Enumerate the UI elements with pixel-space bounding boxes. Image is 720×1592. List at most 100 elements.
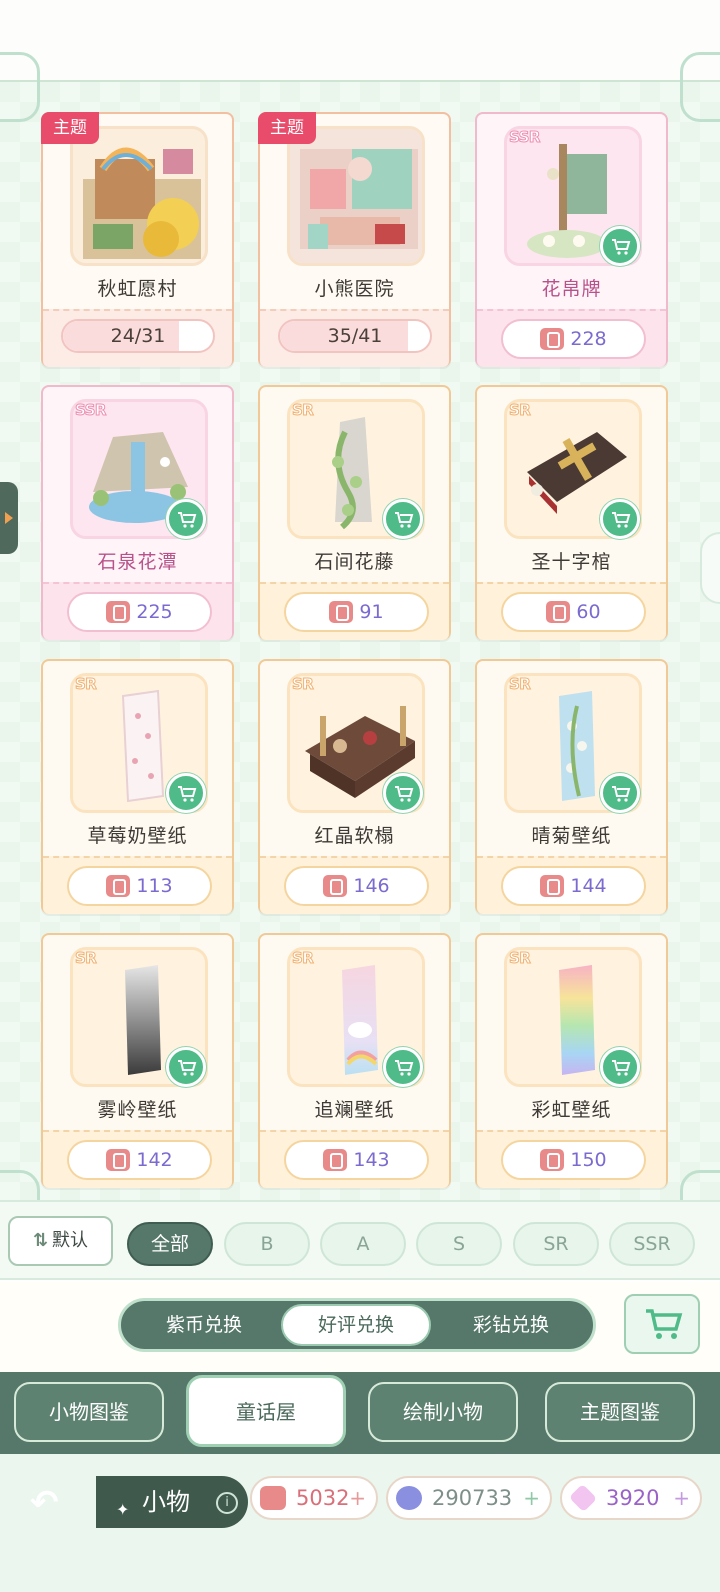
collection-progress-text: 24/31 — [110, 325, 166, 347]
like-count: 144 — [570, 875, 607, 897]
add-to-cart-button[interactable] — [383, 499, 423, 539]
filter-chip-a[interactable]: A — [320, 1222, 406, 1266]
item-card[interactable]: SSR 花帛牌 228 — [475, 112, 668, 367]
item-name: 石泉花潭 — [97, 551, 178, 573]
add-to-cart-button[interactable] — [600, 499, 640, 539]
item-card[interactable]: SR 雾岭壁纸 142 — [41, 933, 234, 1188]
plus-icon[interactable]: + — [523, 1478, 540, 1518]
add-to-cart-button[interactable] — [600, 1047, 640, 1087]
balance-purple-coin[interactable]: 290733 + — [386, 1476, 552, 1520]
info-icon[interactable]: i — [216, 1492, 238, 1514]
cart-icon — [612, 239, 631, 255]
plus-icon[interactable]: + — [673, 1478, 690, 1518]
like-count-pill: 150 — [501, 1140, 646, 1180]
balance-diamond[interactable]: 3920 + — [560, 1476, 702, 1520]
thumbs-up-icon — [260, 1486, 286, 1510]
filter-chip-b[interactable]: B — [224, 1222, 310, 1266]
balance-value: 5032 — [296, 1486, 350, 1510]
theme-tag: 主题 — [258, 112, 316, 144]
thumbs-up-icon — [540, 1149, 565, 1171]
item-card[interactable]: SSR 石泉花潭 225 — [41, 385, 234, 640]
item-card[interactable]: SR 彩虹壁纸 150 — [475, 933, 668, 1188]
frame-corner-ornament — [680, 52, 720, 122]
section-title: ✦ 小物 i — [96, 1476, 248, 1528]
rarity-badge: SR — [508, 949, 531, 968]
tab-diamond-exchange[interactable]: 彩钻兑换 — [436, 1304, 586, 1346]
side-drawer-toggle-left[interactable] — [0, 482, 18, 554]
filter-chip-ssr[interactable]: SSR — [609, 1222, 695, 1266]
filter-chip-all[interactable]: 全部 — [127, 1222, 213, 1266]
cart-icon — [612, 1060, 631, 1076]
sort-label: 默认 — [52, 1230, 89, 1251]
tab-purple-coin-exchange[interactable]: 紫币兑换 — [129, 1304, 279, 1346]
add-to-cart-button[interactable] — [383, 773, 423, 813]
rarity-badge: SSR — [509, 128, 541, 147]
thumbs-up-icon — [540, 875, 565, 897]
section-title-text: 小物 — [142, 1488, 190, 1516]
rarity-badge: SSR — [75, 401, 107, 420]
shopping-cart-button[interactable] — [624, 1294, 700, 1354]
sparkle-icon: ✦ — [116, 1500, 130, 1519]
thumbs-up-icon — [323, 1149, 348, 1171]
item-card[interactable]: SR 红晶软榻 146 — [258, 659, 451, 914]
tab-theme-collection[interactable]: 主题图鉴 — [545, 1382, 695, 1442]
item-name: 雾岭壁纸 — [97, 1099, 178, 1121]
tab-draw-items[interactable]: 绘制小物 — [368, 1382, 518, 1442]
balance-thumbs-up[interactable]: 5032 + — [250, 1476, 378, 1520]
thumbs-up-icon — [329, 601, 354, 623]
cart-icon — [178, 1060, 197, 1076]
like-count: 113 — [136, 875, 173, 897]
item-card[interactable]: SR 石间花藤 91 — [258, 385, 451, 640]
tab-item-collection[interactable]: 小物图鉴 — [14, 1382, 164, 1442]
cart-icon — [395, 786, 414, 802]
like-count-pill: 60 — [501, 592, 646, 632]
rarity-badge: SR — [74, 949, 97, 968]
tab-review-exchange[interactable]: 好评兑换 — [281, 1304, 431, 1346]
add-to-cart-button[interactable] — [166, 1047, 206, 1087]
item-name: 追斓壁纸 — [314, 1099, 395, 1121]
rarity-badge: SR — [291, 675, 314, 694]
filter-chip-s[interactable]: S — [416, 1222, 502, 1266]
sort-icon: ⇅ — [32, 1230, 49, 1251]
like-count: 146 — [353, 875, 390, 897]
collection-progress-text: 35/41 — [327, 325, 383, 347]
add-to-cart-button[interactable] — [166, 773, 206, 813]
collection-progress: 35/41 — [278, 319, 432, 353]
exchange-type-tabs: 紫币兑换 好评兑换 彩钻兑换 — [0, 1282, 720, 1372]
side-drawer-toggle-right[interactable] — [700, 532, 720, 604]
item-grid-panel[interactable]: 主题 秋虹愿村 24/31 主题 小熊医院 35/41 SSR 花帛牌 228 … — [0, 52, 720, 1240]
item-name: 圣十字棺 — [531, 551, 612, 573]
add-to-cart-button[interactable] — [166, 499, 206, 539]
bottom-status-bar: ↶ ✦ 小物 i 5032 + 290733 + 3920 + — [0, 1454, 720, 1592]
filter-chip-sr[interactable]: SR — [513, 1222, 599, 1266]
sort-button[interactable]: ⇅ 默认 — [8, 1216, 113, 1266]
back-arrow-icon[interactable]: ↶ — [30, 1480, 90, 1526]
item-name: 石间花藤 — [314, 551, 395, 573]
add-to-cart-button[interactable] — [383, 1047, 423, 1087]
main-category-tabs: 小物图鉴 童话屋 绘制小物 主题图鉴 — [0, 1372, 720, 1454]
like-count: 228 — [570, 328, 607, 350]
cart-icon — [178, 786, 197, 802]
add-to-cart-button[interactable] — [600, 226, 640, 266]
cart-icon — [178, 512, 197, 528]
theme-tag: 主题 — [41, 112, 99, 144]
item-thumbnail — [70, 126, 208, 266]
balance-value: 290733 — [432, 1486, 513, 1510]
top-status-area — [0, 0, 720, 80]
item-name: 晴菊壁纸 — [531, 825, 612, 847]
item-name: 红晶软榻 — [314, 825, 395, 847]
like-count-pill: 113 — [67, 866, 212, 906]
item-card[interactable]: SR 晴菊壁纸 144 — [475, 659, 668, 914]
item-card[interactable]: SR 追斓壁纸 143 — [258, 933, 451, 1188]
rarity-badge: SR — [508, 401, 531, 420]
like-count: 143 — [353, 1149, 390, 1171]
tab-fairy-house[interactable]: 童话屋 — [186, 1375, 346, 1447]
item-card[interactable]: SR 草莓奶壁纸 113 — [41, 659, 234, 914]
thumbs-up-icon — [106, 1149, 131, 1171]
item-card-theme[interactable]: 主题 秋虹愿村 24/31 — [41, 112, 234, 367]
plus-icon[interactable]: + — [349, 1478, 366, 1518]
item-card[interactable]: SR 圣十字棺 60 — [475, 385, 668, 640]
collection-progress: 24/31 — [61, 319, 215, 353]
add-to-cart-button[interactable] — [600, 773, 640, 813]
item-card-theme[interactable]: 主题 小熊医院 35/41 — [258, 112, 451, 367]
